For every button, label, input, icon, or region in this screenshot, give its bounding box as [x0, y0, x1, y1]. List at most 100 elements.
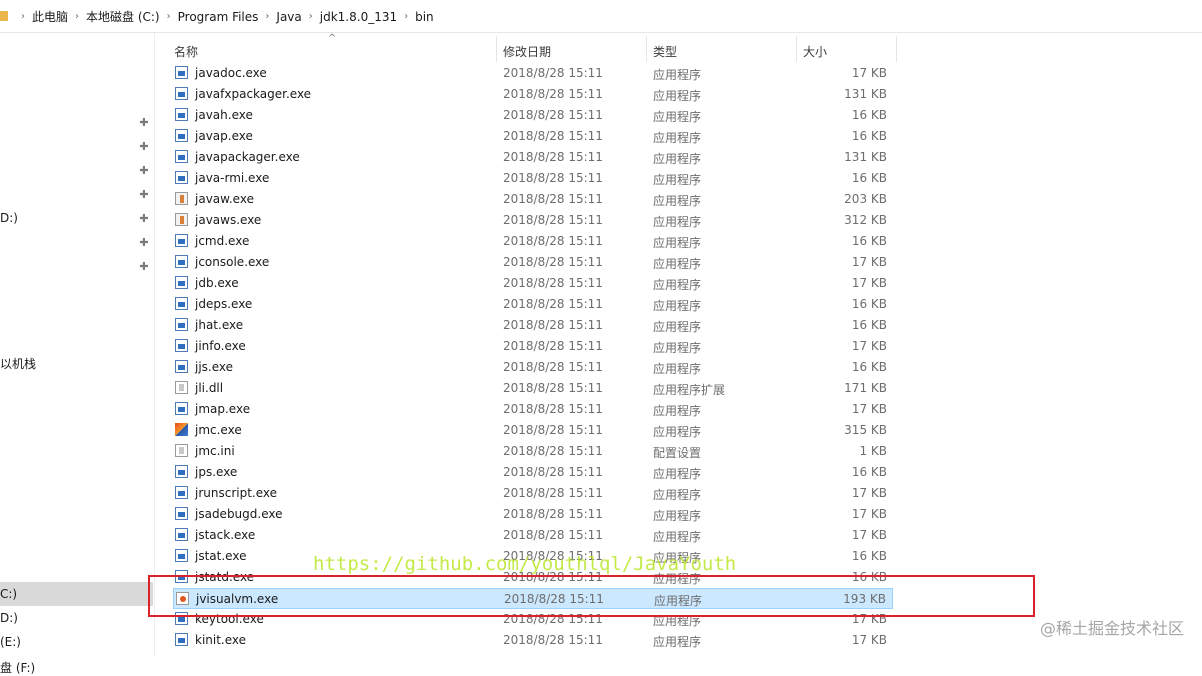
breadcrumb-separator-icon[interactable]: ›: [14, 11, 32, 22]
column-header-size[interactable]: 大小: [803, 43, 827, 60]
column-divider[interactable]: [896, 36, 897, 62]
file-row[interactable]: jstat.exe 2018/8/28 15:11 应用程序 16 KB: [173, 546, 893, 567]
pin-icon: ✚: [139, 188, 149, 201]
column-header-type[interactable]: 类型: [653, 43, 677, 60]
file-type: 应用程序: [653, 68, 702, 82]
column-divider[interactable]: [496, 36, 497, 62]
column-header-name[interactable]: 名称: [174, 43, 198, 60]
sidebar-item[interactable]: D:): [0, 211, 18, 225]
file-row[interactable]: jrunscript.exe 2018/8/28 15:11 应用程序 17 KB: [173, 483, 893, 504]
file-size: 17 KB: [851, 66, 887, 80]
file-row[interactable]: jsadebugd.exe 2018/8/28 15:11 应用程序 17 KB: [173, 504, 893, 525]
application-icon: [175, 129, 188, 142]
file-row[interactable]: jmc.ini 2018/8/28 15:11 配置设置 1 KB: [173, 441, 893, 462]
breadcrumb-separator-icon[interactable]: ›: [160, 11, 178, 22]
file-date: 2018/8/28 15:11: [503, 171, 603, 185]
address-bar[interactable]: › 此电脑 › 本地磁盘 (C:) › Program Files › Java › jdk1.8…: [0, 0, 1202, 33]
breadcrumb-item[interactable]: 本地磁盘 (C:): [86, 8, 160, 25]
file-date: 2018/8/28 15:11: [503, 402, 603, 416]
file-type: 应用程序: [653, 530, 702, 544]
file-size: 312 KB: [844, 213, 887, 227]
application-icon: [175, 339, 188, 352]
file-name: kinit.exe: [195, 633, 247, 647]
file-row[interactable]: javah.exe 2018/8/28 15:11 应用程序 16 KB: [173, 105, 893, 126]
file-row[interactable]: jmap.exe 2018/8/28 15:11 应用程序 17 KB: [173, 399, 893, 420]
file-row[interactable]: kinit.exe 2018/8/28 15:11 应用程序 17 KB: [173, 630, 893, 651]
file-row[interactable]: jstatd.exe 2018/8/28 15:11 应用程序 16 KB: [173, 567, 893, 588]
breadcrumb-separator-icon[interactable]: ›: [258, 11, 276, 22]
file-type: 应用程序扩展: [653, 383, 726, 397]
application-icon: [175, 213, 188, 226]
file-row[interactable]: javaw.exe 2018/8/28 15:11 应用程序 203 KB: [173, 189, 893, 210]
file-row[interactable]: javapackager.exe 2018/8/28 15:11 应用程序 131 K…: [173, 147, 893, 168]
file-row[interactable]: javadoc.exe 2018/8/28 15:11 应用程序 17 KB: [173, 63, 893, 84]
file-date: 2018/8/28 15:11: [503, 297, 603, 311]
file-name: jcmd.exe: [195, 234, 250, 248]
file-row[interactable]: jdb.exe 2018/8/28 15:11 应用程序 17 KB: [173, 273, 893, 294]
application-icon: [175, 150, 188, 163]
breadcrumb-separator-icon[interactable]: ›: [302, 11, 320, 22]
file-row[interactable]: jvisualvm.exe 2018/8/28 15:11 应用程序 193 KB: [173, 588, 893, 609]
column-divider[interactable]: [796, 36, 797, 62]
sidebar-item[interactable]: 盘 (F:): [0, 659, 35, 676]
file-name: java-rmi.exe: [195, 171, 270, 185]
sidebar-item[interactable]: C:): [0, 587, 17, 601]
file-date: 2018/8/28 15:11: [503, 108, 603, 122]
breadcrumb-separator-icon[interactable]: ›: [397, 11, 415, 22]
file-date: 2018/8/28 15:11: [503, 150, 603, 164]
file-size: 17 KB: [851, 486, 887, 500]
file-row[interactable]: jmc.exe 2018/8/28 15:11 应用程序 315 KB: [173, 420, 893, 441]
breadcrumb-item[interactable]: jdk1.8.0_131: [320, 10, 397, 24]
file-size: 193 KB: [843, 592, 886, 606]
file-name: jjs.exe: [195, 360, 234, 374]
file-size: 17 KB: [851, 402, 887, 416]
breadcrumb-item[interactable]: bin: [415, 10, 434, 24]
file-row[interactable]: keytool.exe 2018/8/28 15:11 应用程序 17 KB: [173, 609, 893, 630]
file-date: 2018/8/28 15:11: [503, 360, 603, 374]
file-row[interactable]: jli.dll 2018/8/28 15:11 应用程序扩展 171 KB: [173, 378, 893, 399]
application-icon: [175, 255, 188, 268]
file-name: javafxpackager.exe: [195, 87, 312, 101]
file-name: jstack.exe: [195, 528, 256, 542]
application-icon: [175, 507, 188, 520]
file-size: 171 KB: [844, 381, 887, 395]
sidebar-item[interactable]: (E:): [0, 635, 21, 649]
file-row[interactable]: javap.exe 2018/8/28 15:11 应用程序 16 KB: [173, 126, 893, 147]
file-date: 2018/8/28 15:11: [503, 276, 603, 290]
file-row[interactable]: javafxpackager.exe 2018/8/28 15:11 应用程序 131…: [173, 84, 893, 105]
file-date: 2018/8/28 15:11: [503, 66, 603, 80]
file-size: 16 KB: [851, 171, 887, 185]
file-type: 应用程序: [653, 173, 702, 187]
breadcrumb-item[interactable]: Java: [276, 10, 301, 24]
breadcrumb-item[interactable]: Program Files: [178, 10, 259, 24]
file-type: 应用程序: [653, 131, 702, 145]
file-row[interactable]: jjs.exe 2018/8/28 15:11 应用程序 16 KB: [173, 357, 893, 378]
application-icon: [175, 486, 188, 499]
column-header-date[interactable]: 修改日期: [503, 43, 551, 60]
file-date: 2018/8/28 15:11: [504, 592, 604, 606]
file-row[interactable]: jhat.exe 2018/8/28 15:11 应用程序 16 KB: [173, 315, 893, 336]
file-type: 配置设置: [653, 446, 702, 460]
sidebar-item[interactable]: D:): [0, 611, 18, 625]
file-row[interactable]: javaws.exe 2018/8/28 15:11 应用程序 312 KB: [173, 210, 893, 231]
file-row[interactable]: jps.exe 2018/8/28 15:11 应用程序 16 KB: [173, 462, 893, 483]
file-name: jli.dll: [195, 381, 224, 395]
file-row[interactable]: jinfo.exe 2018/8/28 15:11 应用程序 17 KB: [173, 336, 893, 357]
breadcrumb-item[interactable]: 此电脑: [32, 8, 68, 25]
file-name: jstat.exe: [195, 549, 247, 563]
file-row[interactable]: jstack.exe 2018/8/28 15:11 应用程序 17 KB: [173, 525, 893, 546]
sidebar-item-selected[interactable]: [0, 582, 153, 606]
sort-ascending-icon: ^: [328, 33, 337, 44]
breadcrumb-separator-icon[interactable]: ›: [68, 11, 86, 22]
application-icon: [175, 549, 188, 562]
file-name: javah.exe: [195, 108, 253, 122]
file-row[interactable]: jcmd.exe 2018/8/28 15:11 应用程序 16 KB: [173, 231, 893, 252]
file-type: 应用程序: [653, 110, 702, 124]
column-divider[interactable]: [646, 36, 647, 62]
file-row[interactable]: jconsole.exe 2018/8/28 15:11 应用程序 17 KB: [173, 252, 893, 273]
file-size: 131 KB: [844, 87, 887, 101]
sidebar-item[interactable]: 以机栈: [0, 355, 36, 372]
file-row[interactable]: java-rmi.exe 2018/8/28 15:11 应用程序 16 KB: [173, 168, 893, 189]
file-row[interactable]: jdeps.exe 2018/8/28 15:11 应用程序 16 KB: [173, 294, 893, 315]
file-date: 2018/8/28 15:11: [503, 423, 603, 437]
